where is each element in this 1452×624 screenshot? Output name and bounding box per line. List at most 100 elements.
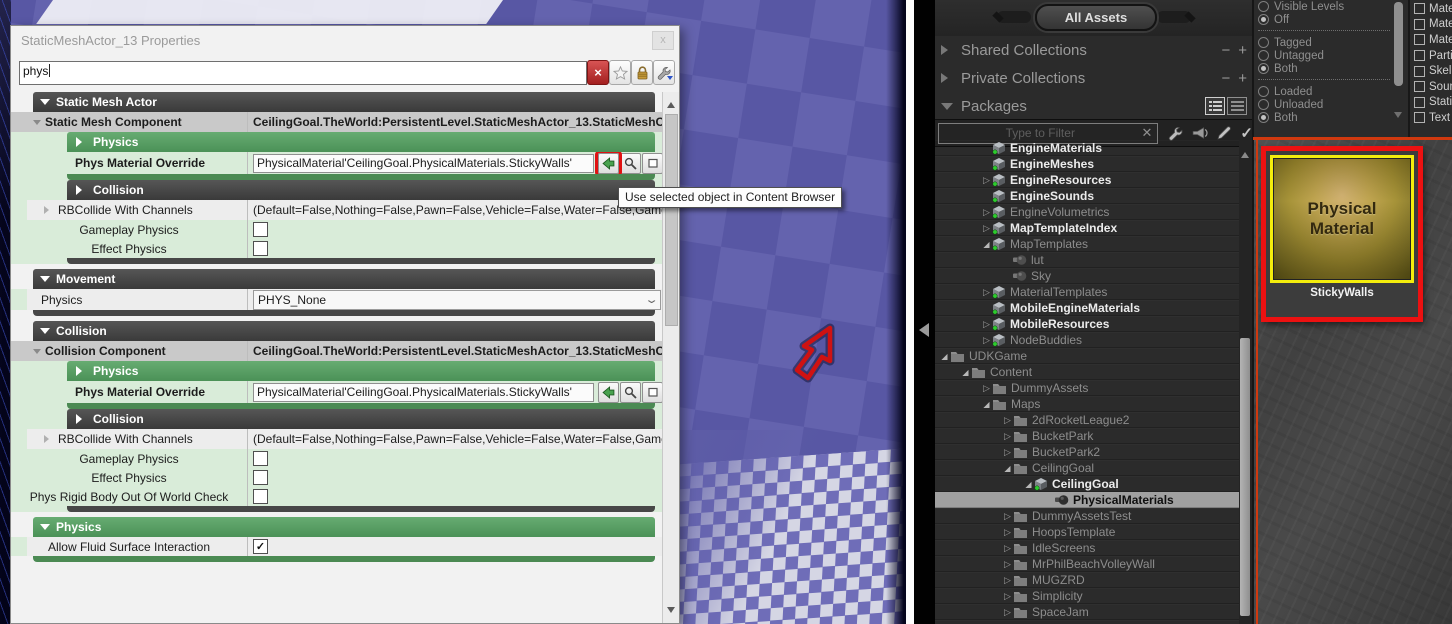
- radio-option-both[interactable]: Both: [1258, 62, 1390, 75]
- tree-item-lut[interactable]: lut: [935, 252, 1239, 268]
- tree-item-nodebuddies[interactable]: ▷NodeBuddies: [935, 332, 1239, 348]
- scrollbar-thumb[interactable]: [1394, 2, 1403, 86]
- radio-icon[interactable]: [1258, 99, 1269, 110]
- type-filter-soun[interactable]: Soun: [1414, 79, 1452, 95]
- section-header-collision[interactable]: Collision: [11, 180, 663, 200]
- scroll-up-icon[interactable]: [1241, 148, 1249, 158]
- radio-icon[interactable]: [1258, 50, 1269, 61]
- radio-selected-icon[interactable]: [1258, 14, 1269, 25]
- favorite-star-button[interactable]: [609, 60, 631, 85]
- checkbox[interactable]: [253, 489, 268, 504]
- type-filter-parti[interactable]: Parti: [1414, 48, 1452, 64]
- property-row-effect-physics[interactable]: Effect Physics: [11, 468, 663, 487]
- tree-item-hoopstemplate[interactable]: ▷HoopsTemplate: [935, 524, 1239, 540]
- property-row-rbcollide-with-channels[interactable]: RBCollide With Channels(Default=False,No…: [11, 429, 663, 449]
- tree-item-enginevolumetrics[interactable]: ▷EngineVolumetrics: [935, 204, 1239, 220]
- collapse-arrow-icon[interactable]: ◢: [981, 240, 992, 249]
- collapse-arrow-icon[interactable]: ◢: [939, 352, 950, 361]
- splitter-white[interactable]: [906, 0, 914, 624]
- radio-option-unloaded[interactable]: Unloaded: [1258, 98, 1390, 111]
- section-header-static-mesh-actor[interactable]: Static Mesh Actor: [11, 92, 663, 112]
- find-button[interactable]: [620, 382, 641, 403]
- tree-item-sky[interactable]: Sky: [935, 268, 1239, 284]
- scrollbar-thumb[interactable]: [665, 114, 678, 326]
- type-filter-mate[interactable]: Mate: [1414, 32, 1452, 48]
- section-header-physics[interactable]: Physics: [11, 132, 663, 152]
- checkbox[interactable]: [1414, 50, 1425, 61]
- expand-arrow-icon[interactable]: ▷: [1002, 415, 1013, 426]
- expand-arrow-icon[interactable]: ▷: [1002, 543, 1013, 554]
- type-filter-stati[interactable]: Stati: [1414, 95, 1452, 111]
- use-selected-button[interactable]: [598, 153, 619, 174]
- checkbox[interactable]: [253, 451, 268, 466]
- tree-item-enginemeshes[interactable]: EngineMeshes: [935, 156, 1239, 172]
- tree-item-2drocketleague2[interactable]: ▷2dRocketLeague2: [935, 412, 1239, 428]
- tree-item-dummyassetstest[interactable]: ▷DummyAssetsTest: [935, 508, 1239, 524]
- close-window-button[interactable]: x: [652, 31, 674, 50]
- radio-option-visible-levels[interactable]: Visible Levels: [1258, 0, 1390, 13]
- section-header-physics[interactable]: Physics: [11, 361, 663, 381]
- property-row-static-mesh-component[interactable]: Static Mesh ComponentCeilingGoal.TheWorl…: [11, 112, 663, 132]
- tree-view-toggle[interactable]: [1205, 97, 1225, 115]
- asset-reference-field[interactable]: PhysicalMaterial'CeilingGoal.PhysicalMat…: [253, 383, 594, 402]
- clear-filter-icon[interactable]: ✕: [1142, 125, 1153, 141]
- remove-collection-button[interactable]: −: [1221, 70, 1230, 87]
- expand-arrow-icon[interactable]: ▷: [1002, 559, 1013, 570]
- expand-arrow-icon[interactable]: ▷: [981, 335, 992, 346]
- property-row-gameplay-physics[interactable]: Gameplay Physics: [11, 220, 663, 239]
- tree-item-bucketpark2[interactable]: ▷BucketPark2: [935, 444, 1239, 460]
- expand-arrow-icon[interactable]: ▷: [981, 319, 992, 330]
- clear-search-button[interactable]: ×: [587, 60, 609, 85]
- checkbox[interactable]: [1414, 3, 1425, 14]
- tree-item-enginesounds[interactable]: EngineSounds: [935, 188, 1239, 204]
- tree-item-simplicity[interactable]: ▷Simplicity: [935, 588, 1239, 604]
- expand-arrow-icon[interactable]: ▷: [1002, 527, 1013, 538]
- tree-item-mrphilbeachvolleywall[interactable]: ▷MrPhilBeachVolleyWall: [935, 556, 1239, 572]
- section-shared-collections[interactable]: Shared Collections − +: [941, 40, 1247, 60]
- flat-view-toggle[interactable]: [1227, 97, 1247, 115]
- section-private-collections[interactable]: Private Collections − +: [941, 68, 1247, 88]
- expand-arrow-icon[interactable]: ▷: [1002, 607, 1013, 618]
- collapse-arrow-icon[interactable]: ◢: [960, 368, 971, 377]
- tree-item-idlescreens[interactable]: ▷IdleScreens: [935, 540, 1239, 556]
- all-assets-tab[interactable]: All Assets: [1035, 4, 1157, 31]
- tree-item-mobileenginematerials[interactable]: MobileEngineMaterials: [935, 300, 1239, 316]
- tree-item-ceilinggoal[interactable]: ◢CeilingGoal: [935, 476, 1239, 492]
- remove-collection-button[interactable]: −: [1221, 42, 1230, 59]
- expand-arrow-icon[interactable]: ▷: [1002, 447, 1013, 458]
- expand-arrow-icon[interactable]: ▷: [1002, 591, 1013, 602]
- checkbox[interactable]: [1414, 19, 1425, 30]
- radio-option-tagged[interactable]: Tagged: [1258, 36, 1390, 49]
- radio-selected-icon[interactable]: [1258, 63, 1269, 74]
- search-input[interactable]: phys: [19, 61, 587, 85]
- tree-item-maptemplateindex[interactable]: ▷MapTemplateIndex: [935, 220, 1239, 236]
- checkbox[interactable]: [1414, 66, 1425, 77]
- radio-selected-icon[interactable]: [1258, 112, 1269, 123]
- tree-item-engineresources[interactable]: ▷EngineResources: [935, 172, 1239, 188]
- checkbox[interactable]: [1414, 112, 1425, 123]
- filter-scrollbar[interactable]: [1393, 0, 1404, 137]
- property-row-gameplay-physics[interactable]: Gameplay Physics: [11, 449, 663, 468]
- radio-icon[interactable]: [1258, 1, 1269, 12]
- tree-item-spacejam[interactable]: ▷SpaceJam: [935, 604, 1239, 620]
- section-packages[interactable]: Packages: [941, 96, 1247, 116]
- find-button[interactable]: [620, 153, 641, 174]
- checkbox[interactable]: [253, 241, 268, 256]
- property-row-phys-rigid-body-out-of-world-check[interactable]: Phys Rigid Body Out Of World Check: [11, 487, 663, 506]
- expand-arrow-icon[interactable]: ▷: [981, 175, 992, 186]
- wrench-icon[interactable]: [1168, 126, 1183, 141]
- tree-item-udkgame[interactable]: ◢UDKGame: [935, 348, 1239, 364]
- properties-scrollbar[interactable]: [662, 92, 679, 623]
- lock-button[interactable]: [631, 60, 653, 85]
- expand-arrow-icon[interactable]: ▷: [981, 287, 992, 298]
- add-collection-button[interactable]: +: [1238, 42, 1247, 59]
- expand-arrow-icon[interactable]: ▷: [981, 383, 992, 394]
- radio-option-both[interactable]: Both: [1258, 111, 1390, 124]
- horn-icon[interactable]: [1192, 127, 1208, 139]
- clear-button[interactable]: [642, 382, 663, 403]
- type-filter-text[interactable]: Text: [1414, 110, 1452, 126]
- tree-scrollbar[interactable]: [1239, 140, 1252, 624]
- tree-item-content[interactable]: ◢Content: [935, 364, 1239, 380]
- section-header-collision[interactable]: Collision: [11, 321, 663, 341]
- physics-dropdown[interactable]: PHYS_None⌄: [253, 290, 661, 310]
